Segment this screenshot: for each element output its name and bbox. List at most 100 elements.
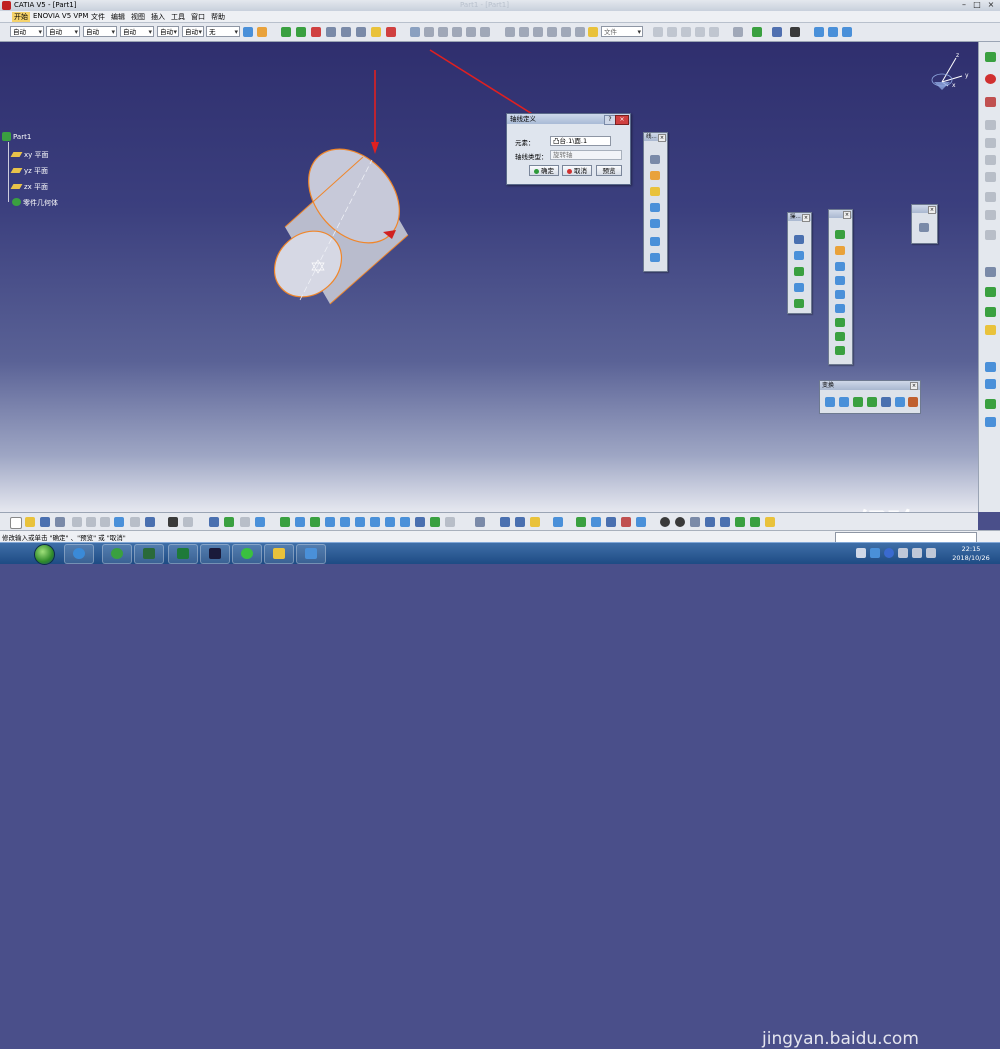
- pan-icon[interactable]: [310, 517, 320, 527]
- shaft-icon[interactable]: [410, 27, 420, 37]
- axis-to-axis-icon[interactable]: [895, 397, 905, 407]
- menu-insert[interactable]: 插入: [151, 12, 165, 22]
- analysis-icon[interactable]: [709, 27, 719, 37]
- rotate-view-icon[interactable]: [325, 517, 335, 527]
- constraint-icon[interactable]: [733, 27, 743, 37]
- axis-type-select[interactable]: 旋转轴: [550, 150, 622, 160]
- tree-item-zx-plane[interactable]: zx 平面: [10, 182, 48, 192]
- save-icon[interactable]: [40, 517, 50, 527]
- menu-file[interactable]: 文件: [91, 12, 105, 22]
- formula-icon[interactable]: [168, 517, 178, 527]
- rib-icon[interactable]: [985, 192, 996, 202]
- working-support-icon[interactable]: [720, 517, 730, 527]
- tree-item-xy-plane[interactable]: xy 平面: [10, 150, 49, 160]
- taskbar-app-green[interactable]: [102, 544, 132, 564]
- fly-mode-icon[interactable]: [280, 517, 290, 527]
- whats-this-icon[interactable]: [145, 517, 155, 527]
- transparency-combo[interactable]: 自动: [46, 26, 80, 38]
- apply-material-icon[interactable]: [240, 517, 250, 527]
- tray-volume-icon[interactable]: [926, 548, 936, 558]
- pocket-icon[interactable]: [985, 120, 996, 130]
- update-icon[interactable]: [681, 27, 691, 37]
- zoom-out-icon[interactable]: [355, 517, 365, 527]
- taskbar-window[interactable]: [296, 544, 326, 564]
- tray-keyboard-icon[interactable]: [856, 548, 866, 558]
- brush-icon[interactable]: [257, 27, 267, 37]
- file-combo[interactable]: 文件: [601, 26, 643, 38]
- thread-icon[interactable]: [575, 27, 585, 37]
- point-symbol-combo[interactable]: 自动: [157, 26, 179, 38]
- tray-network-icon[interactable]: [912, 548, 922, 558]
- pad-icon[interactable]: [985, 97, 996, 107]
- boolean-icon[interactable]: [985, 399, 996, 409]
- slot-icon[interactable]: [466, 27, 476, 37]
- pocket-icon[interactable]: [386, 27, 396, 37]
- clock-date[interactable]: 2018/10/26: [948, 554, 994, 562]
- shaft-icon[interactable]: [985, 138, 996, 148]
- thickness-icon[interactable]: [985, 379, 996, 389]
- redo-icon[interactable]: [130, 517, 140, 527]
- instantiate-icon[interactable]: [576, 517, 586, 527]
- move-icon[interactable]: [281, 27, 291, 37]
- taskbar-explorer[interactable]: [264, 544, 294, 564]
- sphere-icon[interactable]: [835, 262, 845, 271]
- line-icon[interactable]: [341, 27, 351, 37]
- plane-system-icon[interactable]: [750, 517, 760, 527]
- formula-icon[interactable]: [772, 27, 782, 37]
- rib-icon[interactable]: [452, 27, 462, 37]
- line-thickness-combo[interactable]: 自动: [83, 26, 117, 38]
- groove-icon[interactable]: [424, 27, 434, 37]
- power-copy-icon[interactable]: [591, 517, 601, 527]
- cylinder-icon[interactable]: [835, 276, 845, 285]
- cut-view-icon[interactable]: [445, 517, 455, 527]
- plane-icon[interactable]: [650, 187, 660, 196]
- extrude-icon[interactable]: [835, 230, 845, 239]
- ruler-icon[interactable]: [356, 27, 366, 37]
- chamfer-icon[interactable]: [519, 27, 529, 37]
- sketch-icon[interactable]: [919, 223, 929, 232]
- catalog-icon[interactable]: [224, 517, 234, 527]
- sketcher-icon[interactable]: [985, 52, 996, 62]
- color-combo[interactable]: 自动: [10, 26, 44, 38]
- new-icon[interactable]: [10, 517, 22, 529]
- tray-help-icon[interactable]: [884, 548, 894, 558]
- menu-enovia[interactable]: ENOVIA V5 VPM: [33, 12, 88, 20]
- dialog-close-button[interactable]: ×: [615, 115, 629, 125]
- split-icon[interactable]: [794, 251, 804, 260]
- scan-icon[interactable]: [636, 517, 646, 527]
- sweep-icon[interactable]: [835, 304, 845, 313]
- point-icon[interactable]: [650, 155, 660, 164]
- hide-show-icon[interactable]: [415, 517, 425, 527]
- undo-icon[interactable]: [653, 27, 663, 37]
- zoom-in-icon[interactable]: [340, 517, 350, 527]
- camera-icon[interactable]: [553, 517, 563, 527]
- menu-start[interactable]: 开始: [12, 12, 30, 22]
- line-type-combo[interactable]: 自动: [120, 26, 154, 38]
- fillet-icon[interactable]: [985, 287, 996, 297]
- menu-edit[interactable]: 编辑: [111, 12, 125, 22]
- draft-analysis-icon[interactable]: [515, 517, 525, 527]
- preview-button[interactable]: 预览: [596, 165, 622, 176]
- blend-icon[interactable]: [835, 346, 845, 355]
- circle-icon[interactable]: [650, 237, 660, 246]
- transform-toolbar-close[interactable]: ×: [910, 382, 918, 390]
- spline-icon[interactable]: [650, 253, 660, 262]
- menu-tools[interactable]: 工具: [171, 12, 185, 22]
- fillet-icon[interactable]: [505, 27, 515, 37]
- tray-ime-icon[interactable]: [870, 548, 880, 558]
- symmetry-icon[interactable]: [853, 397, 863, 407]
- redo-icon[interactable]: [667, 27, 677, 37]
- ok-button[interactable]: 确定: [529, 165, 559, 176]
- taskbar-ie[interactable]: [64, 544, 94, 564]
- wireframe-toolbar-close[interactable]: ×: [658, 134, 666, 142]
- element-field[interactable]: 凸台.1\面.1: [550, 136, 611, 146]
- shading-icon[interactable]: [842, 27, 852, 37]
- taskbar-excel[interactable]: [168, 544, 198, 564]
- projection-icon[interactable]: [650, 219, 660, 228]
- loft-icon[interactable]: [480, 27, 490, 37]
- cut-icon[interactable]: [72, 517, 82, 527]
- snap-icon[interactable]: [735, 517, 745, 527]
- user-feature-icon[interactable]: [606, 517, 616, 527]
- exit-workbench-icon[interactable]: [985, 74, 996, 84]
- scaling-icon[interactable]: [867, 397, 877, 407]
